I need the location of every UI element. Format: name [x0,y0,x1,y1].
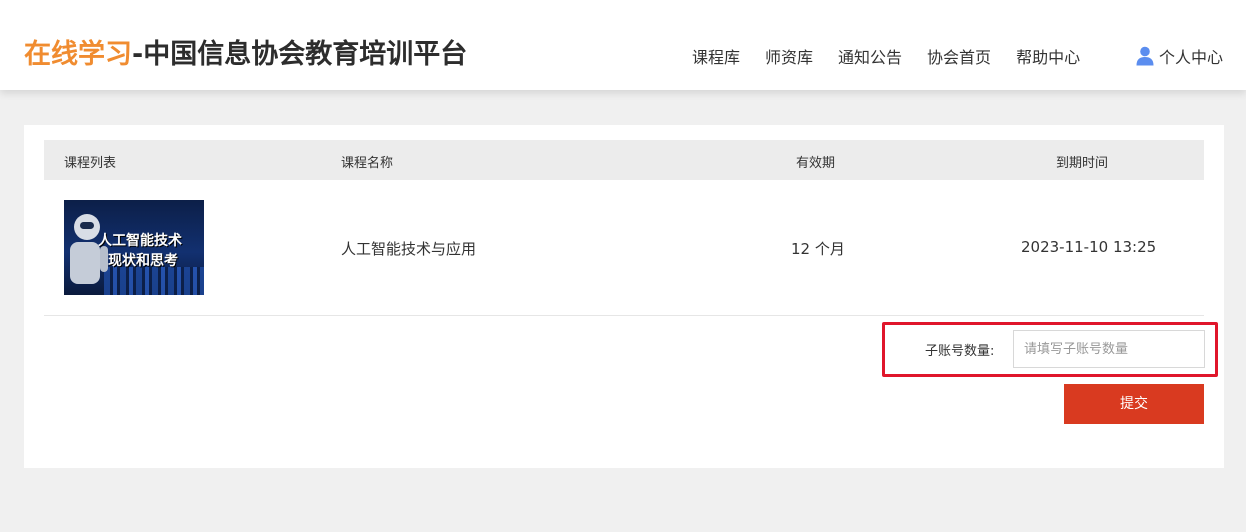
sub-account-input[interactable] [1013,330,1205,368]
header: 在线学习-中国信息协会教育培训平台 课程库 师资库 通知公告 协会首页 帮助中心… [0,0,1246,90]
site-logo[interactable]: 在线学习-中国信息协会教育培训平台 [24,32,467,71]
course-name[interactable]: 人工智能技术与应用 [341,238,476,259]
nav-association-home[interactable]: 协会首页 [927,44,991,68]
user-icon [1136,46,1154,66]
column-header-course-list: 课程列表 [64,156,117,171]
thumbnail-title-line1: 人工智能技术 [98,233,182,249]
logo-title: -中国信息协会教育培训平台 [132,39,468,70]
submit-button[interactable]: 提交 [1064,384,1204,424]
table-row: 人工智能技术 现状和思考 人工智能技术与应用 12 个月 2023-11-10 … [44,180,1204,316]
course-expiry: 2023-11-10 13:25 [1021,238,1157,256]
thumbnail-title-line2: 现状和思考 [108,253,178,269]
column-header-course-name: 课程名称 [341,156,394,171]
logo-highlight: 在线学习 [24,39,132,70]
nav-help-center[interactable]: 帮助中心 [1016,44,1080,68]
table-header: 课程列表 课程名称 有效期 到期时间 [44,140,1204,180]
sub-account-form: 子账号数量: [882,322,1218,377]
course-thumbnail[interactable]: 人工智能技术 现状和思考 [64,200,204,295]
nav-course-library[interactable]: 课程库 [692,44,740,68]
nav-teacher-library[interactable]: 师资库 [765,44,813,68]
column-header-validity: 有效期 [796,156,836,171]
course-validity: 12 个月 [791,240,845,258]
city-skyline-graphic [104,267,204,295]
sub-account-label: 子账号数量: [925,344,995,359]
column-header-expiry: 到期时间 [1056,156,1109,171]
robot-visor [80,222,94,229]
user-center-link[interactable]: 个人中心 [1136,44,1223,68]
user-center-label: 个人中心 [1159,48,1224,67]
course-panel: 课程列表 课程名称 有效期 到期时间 人工智能技术 现状和思考 人工智能技术与应… [24,125,1224,468]
robot-body [70,242,100,284]
nav-notices[interactable]: 通知公告 [838,44,902,68]
main-nav: 课程库 师资库 通知公告 协会首页 帮助中心 [692,44,1080,68]
